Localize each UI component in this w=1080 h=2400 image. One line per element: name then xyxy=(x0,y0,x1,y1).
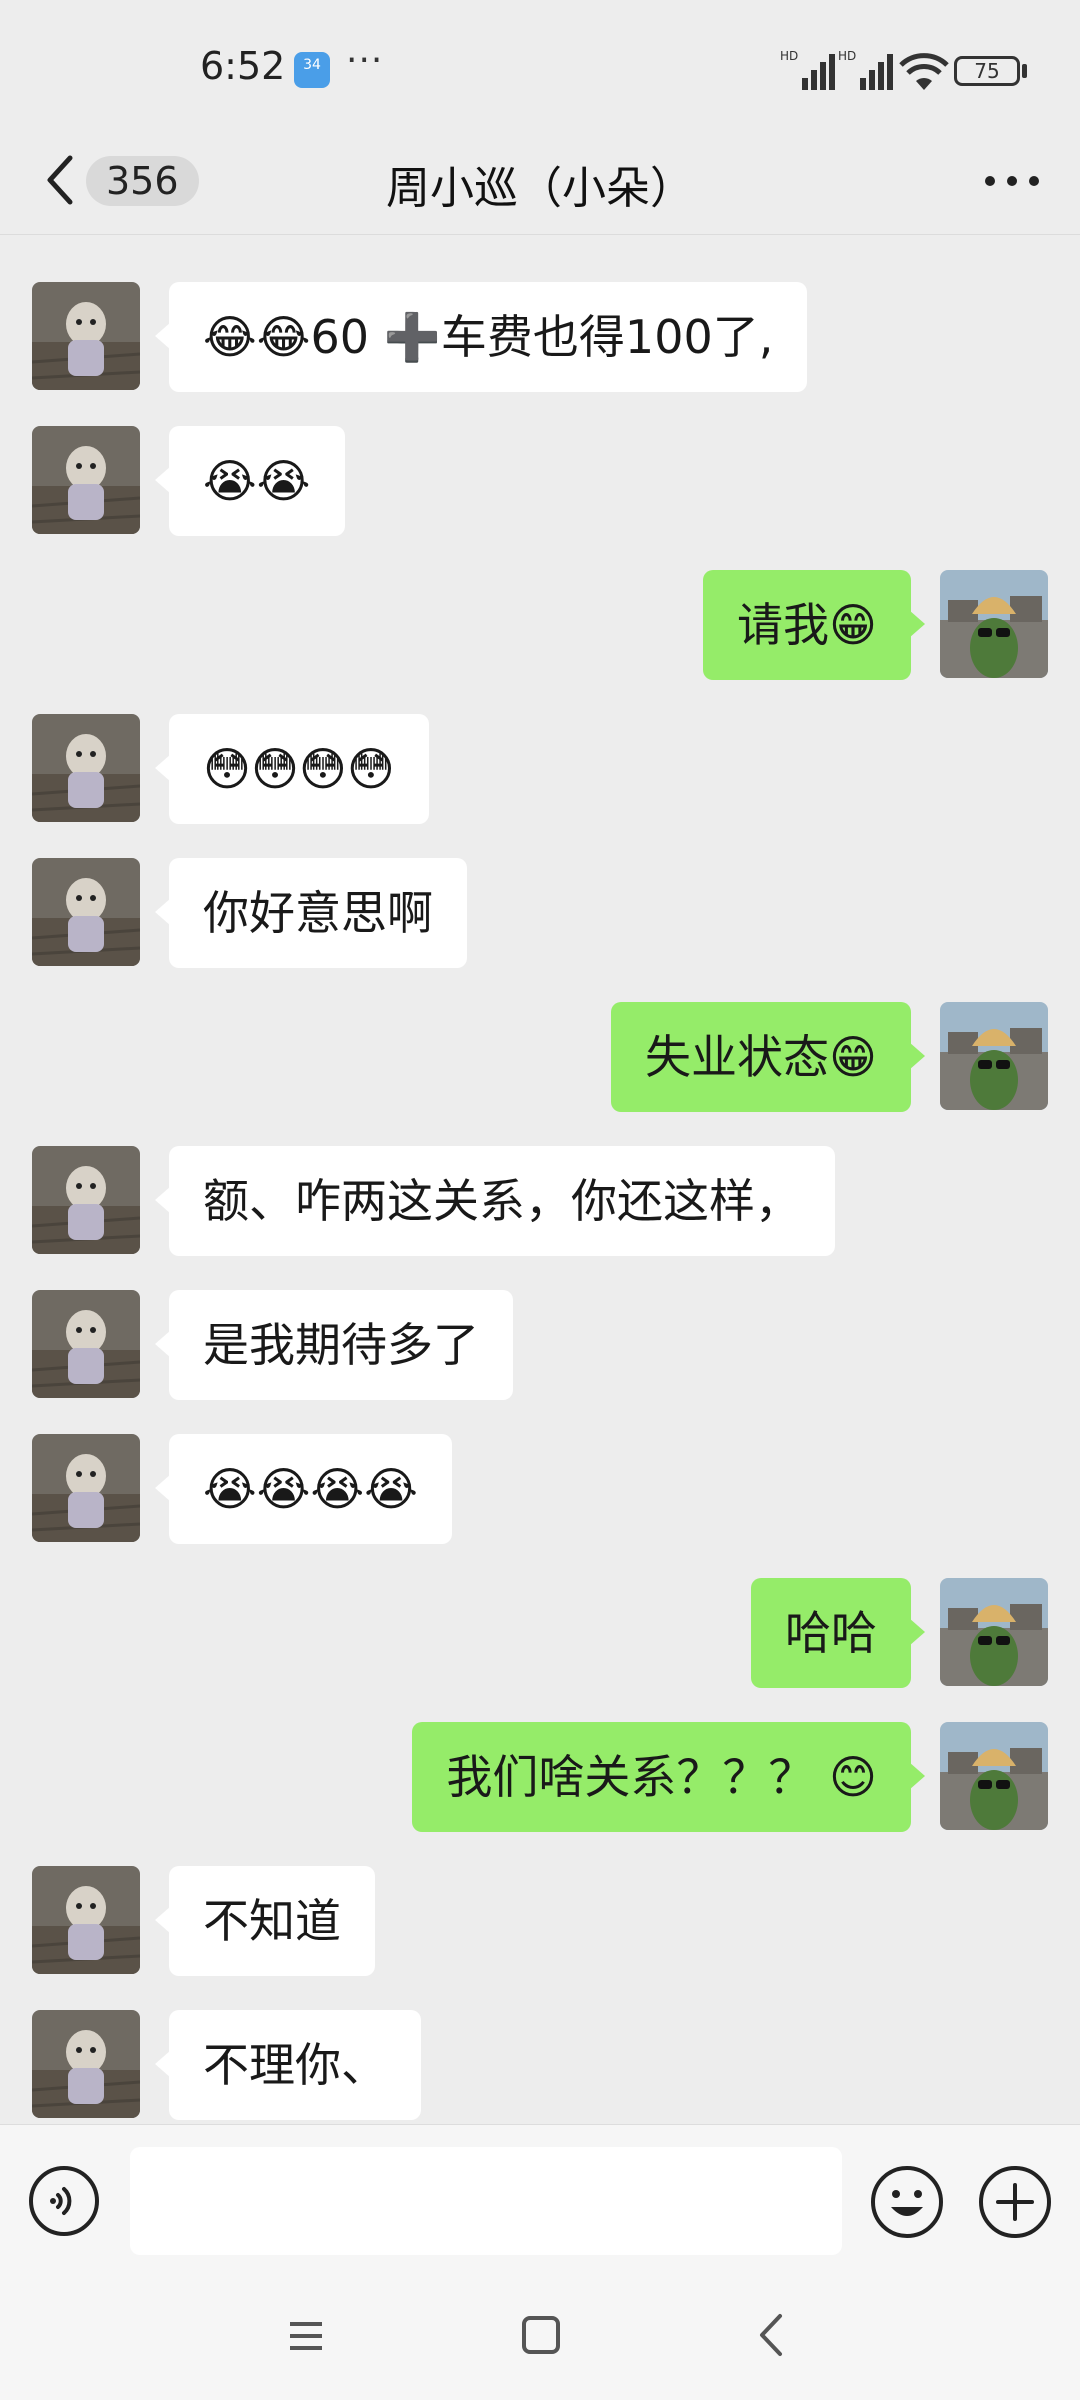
home-icon[interactable] xyxy=(520,2314,562,2356)
signal-icon: HD xyxy=(780,49,835,90)
message-bubble[interactable]: 我们啥关系？？？ 😊 xyxy=(412,1722,925,1832)
received-message: 😂😂60 ➕车费也得100了, xyxy=(0,282,1080,392)
signal-icon-2: HD xyxy=(838,49,893,90)
contact-avatar[interactable] xyxy=(32,714,140,822)
chat-header: 356 周小巡（小朵） xyxy=(0,130,1080,235)
contact-avatar[interactable] xyxy=(32,2010,140,2118)
status-more-icon: ··· xyxy=(346,40,384,81)
message-bubble[interactable]: 😭😭😭😭 xyxy=(155,1434,452,1544)
wifi-icon xyxy=(899,53,949,90)
weather-app-icon: 34 xyxy=(294,52,330,88)
back-icon[interactable] xyxy=(756,2312,786,2358)
my-avatar[interactable] xyxy=(940,1002,1048,1110)
sent-message: 我们啥关系？？？ 😊 xyxy=(0,1722,1080,1832)
signal-hd-label: HD xyxy=(780,49,798,63)
contact-avatar[interactable] xyxy=(32,1290,140,1398)
message-bubble[interactable]: 是我期待多了 xyxy=(155,1290,513,1400)
input-bar xyxy=(0,2124,1080,2281)
signal-hd-label-2: HD xyxy=(838,49,856,63)
voice-icon[interactable] xyxy=(28,2165,100,2237)
message-bubble[interactable]: 你好意思啊 xyxy=(155,858,467,968)
battery-icon: 75 xyxy=(954,56,1020,86)
message-bubble[interactable]: 😂😂60 ➕车费也得100了, xyxy=(154,282,808,392)
chat-title: 周小巡（小朵） xyxy=(386,163,694,214)
status-time: 6:52 xyxy=(200,44,286,88)
received-message: 不理你、 xyxy=(0,2010,1080,2120)
message-input[interactable] xyxy=(130,2147,842,2255)
received-message: 不知道 xyxy=(0,1866,1080,1976)
my-avatar[interactable] xyxy=(940,1722,1048,1830)
sent-message: 哈哈 xyxy=(0,1578,1080,1688)
contact-avatar[interactable] xyxy=(32,858,140,966)
message-bubble[interactable]: 😳😳😳😳 xyxy=(155,714,429,824)
menu-icon[interactable] xyxy=(286,2316,326,2356)
contact-avatar[interactable] xyxy=(32,426,140,534)
sent-message: 请我😁 xyxy=(0,570,1080,680)
contact-avatar[interactable] xyxy=(32,1866,140,1974)
contact-avatar[interactable] xyxy=(32,1434,140,1542)
message-bubble[interactable]: 请我😁 xyxy=(703,570,925,680)
my-avatar[interactable] xyxy=(940,570,1048,678)
received-message: 😭😭😭😭 xyxy=(0,1434,1080,1544)
contact-avatar[interactable] xyxy=(32,282,140,390)
message-bubble[interactable]: 哈哈 xyxy=(751,1578,925,1688)
message-bubble[interactable]: 😭😭 xyxy=(155,426,345,536)
message-bubble[interactable]: 不理你、 xyxy=(155,2010,421,2120)
status-bar: 6:52 34 ··· HD HD 75 xyxy=(0,0,1080,130)
emoji-icon[interactable] xyxy=(870,2165,944,2239)
system-nav-bar xyxy=(0,2280,1080,2400)
battery-tip xyxy=(1022,64,1027,78)
message-bubble[interactable]: 不知道 xyxy=(155,1866,375,1976)
received-message: 额、咋两这关系，你还这样， xyxy=(0,1146,1080,1256)
my-avatar[interactable] xyxy=(940,1578,1048,1686)
received-message: 😭😭 xyxy=(0,426,1080,536)
sent-message: 失业状态😁 xyxy=(0,1002,1080,1112)
contact-avatar[interactable] xyxy=(32,1146,140,1254)
received-message: 你好意思啊 xyxy=(0,858,1080,968)
received-message: 😳😳😳😳 xyxy=(0,714,1080,824)
message-bubble[interactable]: 失业状态😁 xyxy=(611,1002,925,1112)
more-horizontal-icon[interactable] xyxy=(982,166,1042,196)
received-message: 是我期待多了 xyxy=(0,1290,1080,1400)
plus-icon[interactable] xyxy=(978,2165,1052,2239)
message-bubble[interactable]: 额、咋两这关系，你还这样， xyxy=(155,1146,835,1256)
message-list[interactable]: 😂😂60 ➕车费也得100了, 😭😭 请我😁 😳😳😳😳 你好意思啊失业状态😁 额、咋两这关… xyxy=(0,236,1080,2124)
